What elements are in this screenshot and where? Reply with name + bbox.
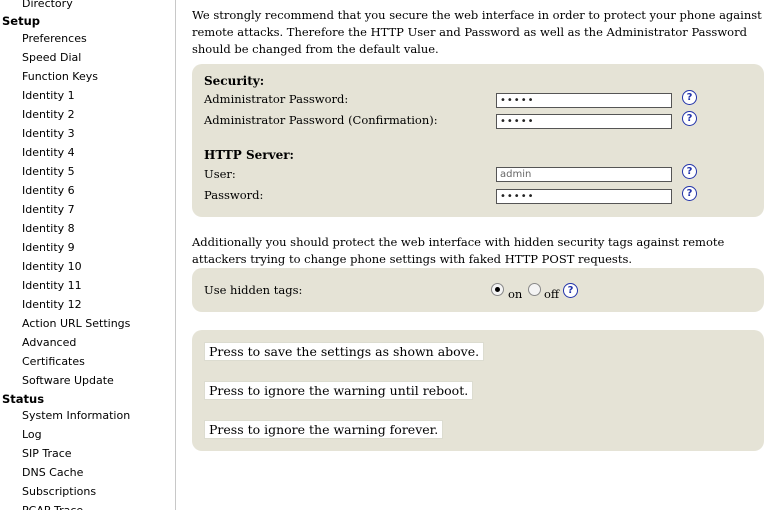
sidebar-item-directory[interactable]: Directory [22, 0, 73, 10]
ignore-until-reboot-button[interactable]: Press to ignore the warning until reboot… [204, 381, 474, 400]
sidebar-item-identity-2[interactable]: Identity 2 [22, 108, 75, 121]
sidebar-item-advanced[interactable]: Advanced [22, 336, 76, 349]
sidebar-item-identity-9[interactable]: Identity 9 [22, 241, 75, 254]
security-heading: Security: [204, 74, 265, 88]
sidebar-item-system-information[interactable]: System Information [22, 409, 130, 422]
sidebar-item-dns-cache[interactable]: DNS Cache [22, 466, 83, 479]
intro-text: We strongly recommend that you secure th… [192, 8, 762, 56]
sidebar-item-subscriptions[interactable]: Subscriptions [22, 485, 96, 498]
http-password-field[interactable]: ••••• [496, 189, 672, 204]
save-settings-button[interactable]: Press to save the settings as shown abov… [204, 342, 485, 361]
sidebar-item-identity-3[interactable]: Identity 3 [22, 127, 75, 140]
hidden-tags-on-label: on [508, 287, 523, 301]
ignore-forever-button[interactable]: Press to ignore the warning forever. [204, 420, 444, 439]
sidebar-item-identity-4[interactable]: Identity 4 [22, 146, 75, 159]
http-password-label: Password: [204, 188, 264, 202]
admin-password-label: Administrator Password: [204, 92, 349, 106]
sidebar-item-software-update[interactable]: Software Update [22, 374, 114, 387]
sidebar-item-pcap-trace[interactable]: PCAP Trace [22, 504, 83, 510]
hidden-tags-description: Additionally you should protect the web … [192, 235, 725, 266]
sidebar-item-identity-12[interactable]: Identity 12 [22, 298, 82, 311]
http-user-field[interactable]: admin [496, 167, 672, 182]
actions-panel: Press to save the settings as shown abov… [192, 330, 764, 451]
hidden-tags-label: Use hidden tags: [204, 283, 303, 297]
sidebar-nav: Directory Setup Preferences Speed Dial Fun… [0, 0, 176, 510]
hidden-tags-panel: Use hidden tags: on off ? [192, 268, 764, 312]
help-icon[interactable]: ? [563, 283, 578, 298]
sidebar-item-identity-8[interactable]: Identity 8 [22, 222, 75, 235]
sidebar-item-identity-10[interactable]: Identity 10 [22, 260, 82, 273]
admin-password-confirm-label: Administrator Password (Confirmation): [204, 113, 438, 127]
help-icon[interactable]: ? [682, 164, 697, 179]
sidebar-item-action-url-settings[interactable]: Action URL Settings [22, 317, 130, 330]
sidebar-item-identity-5[interactable]: Identity 5 [22, 165, 75, 178]
help-icon[interactable]: ? [682, 111, 697, 126]
help-icon[interactable]: ? [682, 90, 697, 105]
sidebar-item-sip-trace[interactable]: SIP Trace [22, 447, 72, 460]
sidebar-heading-setup: Setup [2, 14, 40, 28]
security-panel: Security: Administrator Password: ••••• … [192, 64, 764, 217]
sidebar-item-preferences[interactable]: Preferences [22, 32, 87, 45]
help-icon[interactable]: ? [682, 186, 697, 201]
sidebar-heading-status: Status [2, 392, 45, 406]
http-server-heading: HTTP Server: [204, 148, 294, 162]
admin-password-field[interactable]: ••••• [496, 93, 672, 108]
sidebar-item-log[interactable]: Log [22, 428, 42, 441]
sidebar-item-identity-6[interactable]: Identity 6 [22, 184, 75, 197]
sidebar-item-identity-11[interactable]: Identity 11 [22, 279, 82, 292]
sidebar-item-speed-dial[interactable]: Speed Dial [22, 51, 81, 64]
http-user-label: User: [204, 167, 236, 181]
sidebar-item-function-keys[interactable]: Function Keys [22, 70, 98, 83]
hidden-tags-on-radio[interactable] [491, 283, 504, 296]
sidebar-item-identity-1[interactable]: Identity 1 [22, 89, 75, 102]
hidden-tags-off-radio[interactable] [528, 283, 541, 296]
sidebar-item-identity-7[interactable]: Identity 7 [22, 203, 75, 216]
admin-password-confirm-field[interactable]: ••••• [496, 114, 672, 129]
hidden-tags-off-label: off [544, 287, 560, 301]
sidebar-item-certificates[interactable]: Certificates [22, 355, 85, 368]
